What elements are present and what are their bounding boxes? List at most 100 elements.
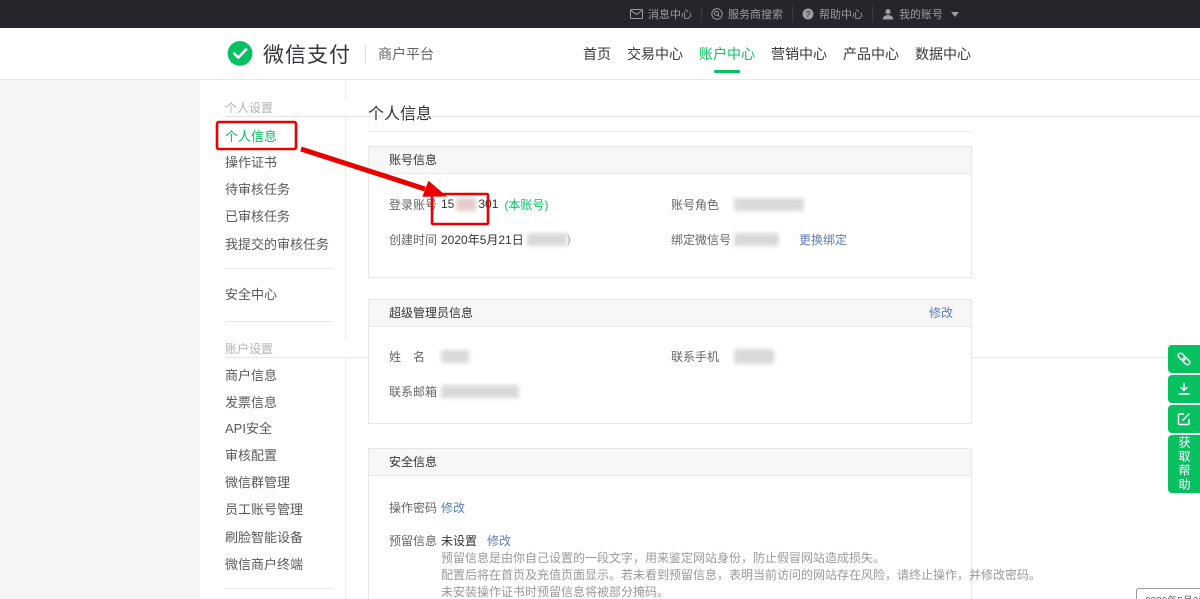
sidebar-item-review-config[interactable]: 审核配置 — [225, 447, 277, 465]
topbar-item-message-center[interactable]: 消息中心 — [621, 0, 701, 28]
nav-item-trade-center[interactable]: 交易中心 — [626, 44, 684, 64]
chevron-down-icon — [951, 12, 959, 17]
wechat-pay-merchant-platform: 消息中心 服务商搜索 ? 帮助中心 我的账号 — [0, 0, 1200, 599]
nav-item-product-center[interactable]: 产品中心 — [842, 44, 900, 64]
get-help-label: 获取帮助 — [1178, 436, 1190, 492]
sidebar-item-face-device[interactable]: 刷脸智能设备 — [225, 529, 303, 547]
admin-edit-link[interactable]: 修改 — [929, 300, 953, 326]
sidebar-item-operation-cert[interactable]: 操作证书 — [225, 154, 277, 172]
account-info-header: 账号信息 — [369, 147, 971, 174]
operation-password-label: 操作密码 — [389, 499, 441, 516]
sidebar-item-merchant-terminal[interactable]: 微信商户终端 — [225, 556, 303, 574]
topbar-item-label: 消息中心 — [648, 6, 692, 22]
sidebar-divider — [225, 321, 333, 322]
description-line: 未安装操作证书时预留信息将被部分掩码。 — [441, 584, 1041, 599]
link-share-button[interactable] — [1168, 345, 1200, 373]
reserved-edit-link[interactable]: 修改 — [487, 532, 511, 549]
redacted-admin-name — [441, 350, 469, 363]
nav-item-marketing-center[interactable]: 营销中心 — [770, 44, 828, 64]
link-icon — [1176, 351, 1192, 367]
sidebar-item-invoice-info[interactable]: 发票信息 — [225, 394, 277, 412]
nav-item-home[interactable]: 首页 — [582, 44, 612, 64]
super-admin-title: 超级管理员信息 — [389, 306, 473, 320]
description-line: 预留信息是由你自己设置的一段文字，用来鉴定网站身份，防止假冒网站造成损失。 — [441, 550, 1041, 567]
created-time-row: 创建时间 2020年5月21日 ) — [389, 231, 571, 247]
super-admin-section: 超级管理员信息 修改 姓 名 联系手机 联系邮箱 — [368, 299, 972, 424]
created-time-trail: ) — [567, 232, 571, 246]
get-help-button[interactable]: 获取帮助 — [1168, 435, 1200, 493]
admin-email-row: 联系邮箱 — [389, 383, 519, 399]
security-info-header: 安全信息 — [369, 449, 971, 476]
mail-icon — [630, 9, 643, 19]
sidebar-item-staff-account[interactable]: 员工账号管理 — [225, 501, 303, 519]
bound-wechat-row: 绑定微信号 更换绑定 — [671, 231, 847, 247]
redacted-login-middle — [456, 198, 476, 211]
admin-email-label: 联系邮箱 — [389, 383, 441, 400]
title-rule — [368, 131, 972, 132]
topbar-item-my-account[interactable]: 我的账号 — [873, 0, 968, 28]
date-badge: 2020年5月22日 — [1136, 588, 1200, 599]
description-line: 配置后将在首页及充值页面显示。若未看到预留信息，表明当前访问的网站存在风险，请终… — [441, 567, 1041, 584]
topbar-menu: 消息中心 服务商搜索 ? 帮助中心 我的账号 — [621, 0, 968, 28]
brand-divider — [365, 45, 366, 63]
sidebar-divider — [225, 268, 333, 269]
login-account-value: 15301 — [441, 197, 498, 211]
sidebar-item-api-security[interactable]: API安全 — [225, 420, 272, 438]
sidebar-item-pending-review[interactable]: 待审核任务 — [225, 181, 290, 199]
reserved-info-status: 未设置 — [441, 532, 477, 549]
nav-item-account-center[interactable]: 账户中心 — [698, 44, 756, 64]
feedback-button[interactable] — [1168, 405, 1200, 433]
main-nav: 首页 交易中心 账户中心 营销中心 产品中心 数据中心 — [582, 28, 972, 80]
redacted-wechat-id — [734, 233, 779, 246]
redacted-admin-phone — [734, 349, 774, 364]
sidebar-divider — [225, 588, 333, 589]
created-time-label: 创建时间 — [389, 231, 441, 248]
search-icon — [711, 8, 723, 20]
account-role-row: 账号角色 — [671, 196, 804, 212]
sidebar-item-personal-info[interactable]: 个人信息 — [225, 128, 277, 146]
nav-item-data-center[interactable]: 数据中心 — [914, 44, 972, 64]
page-title: 个人信息 — [368, 100, 432, 124]
admin-phone-row: 联系手机 — [671, 348, 774, 364]
wechat-pay-logo-icon — [225, 39, 255, 69]
topbar-item-sp-search[interactable]: 服务商搜索 — [702, 0, 792, 28]
topbar: 消息中心 服务商搜索 ? 帮助中心 我的账号 — [0, 0, 1200, 28]
super-admin-header: 超级管理员信息 修改 — [369, 300, 971, 327]
brand-title: 微信支付 — [263, 39, 351, 69]
svg-text:?: ? — [806, 10, 811, 19]
download-button[interactable] — [1168, 375, 1200, 403]
sidebar-item-merchant-info[interactable]: 商户信息 — [225, 367, 277, 385]
header: 微信支付 商户平台 首页 交易中心 账户中心 营销中心 产品中心 数据中心 — [0, 28, 1200, 80]
redacted-created-time — [527, 233, 567, 246]
account-role-label: 账号角色 — [671, 196, 734, 213]
float-toolbar: 获取帮助 — [1168, 345, 1200, 493]
rebind-link[interactable]: 更换绑定 — [799, 231, 847, 248]
bound-wechat-label: 绑定微信号 — [671, 231, 734, 248]
sidebar-item-security-center[interactable]: 安全中心 — [225, 286, 277, 304]
portal-subtitle: 商户平台 — [378, 44, 434, 64]
left-gray-gutter — [0, 80, 200, 599]
topbar-item-label: 我的账号 — [899, 6, 943, 22]
download-icon — [1176, 381, 1192, 397]
current-account-tag: (本账号) — [504, 196, 548, 213]
sidebar-item-wechat-group[interactable]: 微信群管理 — [225, 474, 290, 492]
created-time-value: 2020年5月21日 — [441, 231, 524, 248]
edit-icon — [1176, 411, 1192, 427]
login-account-label: 登录账号 — [389, 196, 441, 213]
reserved-info-description: 预留信息是由你自己设置的一段文字，用来鉴定网站身份，防止假冒网站造成损失。 配置… — [441, 550, 1041, 599]
logo[interactable]: 微信支付 商户平台 — [225, 39, 434, 69]
redacted-account-role — [734, 198, 804, 211]
redacted-admin-email — [441, 385, 519, 398]
sidebar-item-my-submitted[interactable]: 我提交的审核任务 — [225, 236, 329, 254]
security-info-section: 安全信息 操作密码 修改 预留信息 未设置 修改 预留信息是由你自己设置的一段文… — [368, 448, 972, 599]
sidebar-item-reviewed[interactable]: 已审核任务 — [225, 208, 290, 226]
topbar-item-help-center[interactable]: ? 帮助中心 — [793, 0, 872, 28]
help-icon: ? — [802, 8, 814, 20]
topbar-item-label: 服务商搜索 — [728, 6, 783, 22]
admin-phone-label: 联系手机 — [671, 348, 734, 365]
topbar-item-label: 帮助中心 — [819, 6, 863, 22]
operation-password-row: 操作密码 修改 — [389, 499, 465, 515]
password-edit-link[interactable]: 修改 — [441, 499, 465, 516]
reserved-info-label: 预留信息 — [389, 532, 441, 549]
user-icon — [882, 8, 894, 20]
